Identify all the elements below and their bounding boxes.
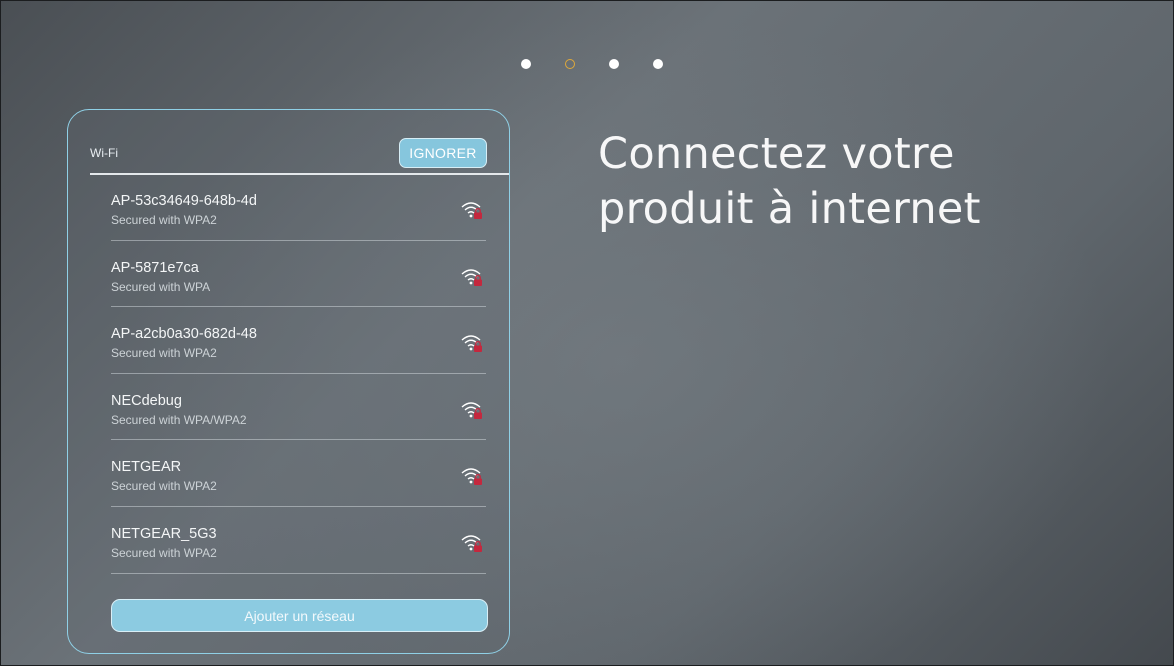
network-row-1[interactable]: AP-53c34649-648b-4d Secured with WPA2 [111, 174, 486, 241]
network-security: Secured with WPA2 [111, 479, 217, 494]
page-dot-3 [609, 59, 619, 69]
network-name: NECdebug [111, 392, 182, 409]
add-network-button[interactable]: Ajouter un réseau [111, 599, 488, 632]
network-row-6[interactable]: NETGEAR_5G3 Secured with WPA2 [111, 507, 486, 574]
headline-line-1: Connectez votre [598, 129, 955, 179]
page-dot-4 [653, 59, 663, 69]
wifi-network-list: AP-53c34649-648b-4d Secured with WPA2 AP… [111, 174, 486, 574]
wifi-locked-icon [461, 268, 482, 286]
network-row-3[interactable]: AP-a2cb0a30-682d-48 Secured with WPA2 [111, 307, 486, 374]
wifi-panel-title: Wi-Fi [90, 146, 118, 160]
page-dot-2-active [565, 59, 575, 69]
network-security: Secured with WPA/WPA2 [111, 412, 247, 427]
wifi-locked-icon [461, 468, 482, 486]
wifi-locked-icon [461, 202, 482, 219]
network-row-5[interactable]: NETGEAR Secured with WPA2 [111, 440, 486, 507]
network-name: AP-53c34649-648b-4d [111, 193, 257, 209]
network-row-4[interactable]: NECdebug Secured with WPA/WPA2 [111, 374, 486, 441]
wifi-locked-icon [461, 535, 482, 552]
wifi-panel: Wi-Fi IGNORER AP-53c34649-648b-4d Secure… [67, 109, 510, 654]
network-security: Secured with WPA2 [111, 213, 217, 227]
wifi-locked-icon [461, 335, 482, 353]
page-headline: Connectez votre produit à internet [598, 127, 981, 237]
network-name: NETGEAR_5G3 [111, 525, 217, 542]
setup-screen: Wi-Fi IGNORER AP-53c34649-648b-4d Secure… [0, 0, 1174, 666]
network-name: NETGEAR [111, 459, 182, 476]
network-security: Secured with WPA2 [111, 346, 217, 361]
wifi-panel-header: Wi-Fi IGNORER [90, 135, 487, 171]
network-name: AP-5871e7ca [111, 259, 199, 276]
wifi-locked-icon [461, 402, 482, 419]
page-dot-1 [521, 59, 531, 69]
network-security: Secured with WPA2 [111, 545, 217, 560]
headline-line-2: produit à internet [598, 184, 981, 234]
network-name: AP-a2cb0a30-682d-48 [111, 326, 257, 343]
ignore-button[interactable]: IGNORER [399, 138, 487, 168]
network-security: Secured with WPA [111, 279, 211, 294]
network-row-2[interactable]: AP-5871e7ca Secured with WPA [111, 241, 486, 308]
page-indicator [521, 58, 663, 70]
